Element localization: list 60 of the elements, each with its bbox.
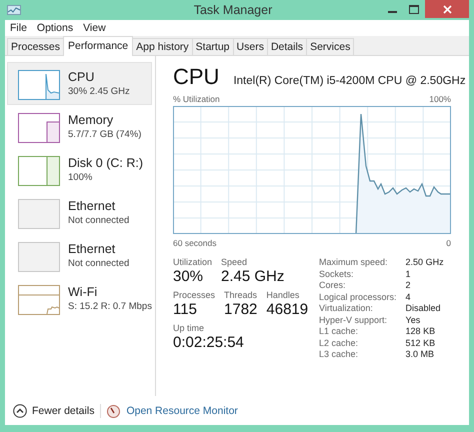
sidebar-item[interactable]: Disk 0 (C: R:) 100%: [7, 148, 152, 191]
stat-value: 1782: [224, 301, 258, 318]
stat-label: Processes: [173, 290, 216, 300]
sidebar-item[interactable]: CPU 30% 2.45 GHz: [7, 62, 152, 105]
menu-item[interactable]: File: [5, 22, 32, 34]
resource-monitor-link[interactable]: Open Resource Monitor: [126, 405, 238, 417]
axis-label: 60 seconds: [173, 238, 216, 248]
tab[interactable]: Performance: [63, 36, 134, 56]
sidebar-item[interactable]: Memory 5.7/7.7 GB (74%): [7, 105, 152, 148]
spec-value: Disabled: [406, 303, 442, 313]
tab[interactable]: App history: [132, 38, 193, 55]
spec-label: Sockets:: [319, 268, 355, 278]
window-title: Task Manager: [192, 3, 274, 17]
spec-label: Virtualization:: [319, 303, 374, 313]
spec-label: L1 cache:: [319, 326, 360, 336]
stat-label: Handles: [266, 290, 300, 300]
spec-label: Logical processors:: [319, 292, 397, 302]
axis-label: 0: [446, 238, 451, 248]
axis-label: % Utilization: [173, 94, 220, 104]
app-icon: [7, 5, 21, 15]
sidebar-item[interactable]: Ethernet Not connected: [7, 234, 152, 277]
tab[interactable]: Startup: [192, 38, 234, 55]
processor-name: Intel(R) Core(TM) i5-4200M CPU @ 2.50GHz: [233, 75, 466, 87]
spec-value: 1: [406, 268, 412, 278]
stat-value: 115: [173, 301, 198, 318]
spec-value: Yes: [406, 314, 422, 324]
fewer-details-button[interactable]: Fewer details: [13, 404, 94, 418]
stat-value: 2.45 GHz: [221, 268, 284, 285]
spec-value: 3.0 MB: [406, 349, 436, 359]
menu-item[interactable]: Options: [32, 22, 78, 34]
spec-value: 128 KB: [406, 326, 436, 336]
stat-label: Up time: [173, 323, 206, 333]
stat-label: Threads: [224, 290, 258, 300]
stat-value: 30%: [173, 268, 204, 285]
menu-item[interactable]: View: [78, 22, 111, 34]
stat-value: 46819: [266, 301, 308, 318]
gauge-icon: [107, 404, 120, 418]
spec-label: L3 cache:: [319, 349, 360, 359]
tab[interactable]: Services: [306, 38, 354, 55]
stat-label: Utilization: [173, 257, 212, 267]
section-title: CPU: [173, 64, 220, 90]
spec-value: 512 KB: [406, 338, 436, 348]
maximize-icon: [409, 4, 419, 14]
spec-label: Cores:: [319, 280, 347, 290]
close-button[interactable]: [425, 0, 469, 18]
spec-label: Hyper-V support:: [319, 314, 388, 324]
spec-label: L2 cache:: [319, 338, 360, 348]
tab[interactable]: Processes: [7, 38, 64, 55]
close-icon: [442, 4, 452, 14]
spec-label: Maximum speed:: [319, 257, 389, 267]
sidebar-item[interactable]: Wi-Fi S: 15.2 R: 0.7 Mbps: [7, 277, 152, 320]
spec-value: 2.50 GHz: [406, 257, 444, 267]
minimize-icon: [388, 11, 396, 13]
collapse-icon: [13, 404, 27, 418]
stat-label: Speed: [221, 257, 248, 267]
stat-value: 0:02:25:54: [173, 334, 244, 351]
sidebar-item[interactable]: Ethernet Not connected: [7, 191, 152, 234]
spec-value: 2: [406, 280, 412, 290]
spec-value: 4: [406, 292, 412, 302]
axis-label: 100%: [429, 94, 451, 104]
